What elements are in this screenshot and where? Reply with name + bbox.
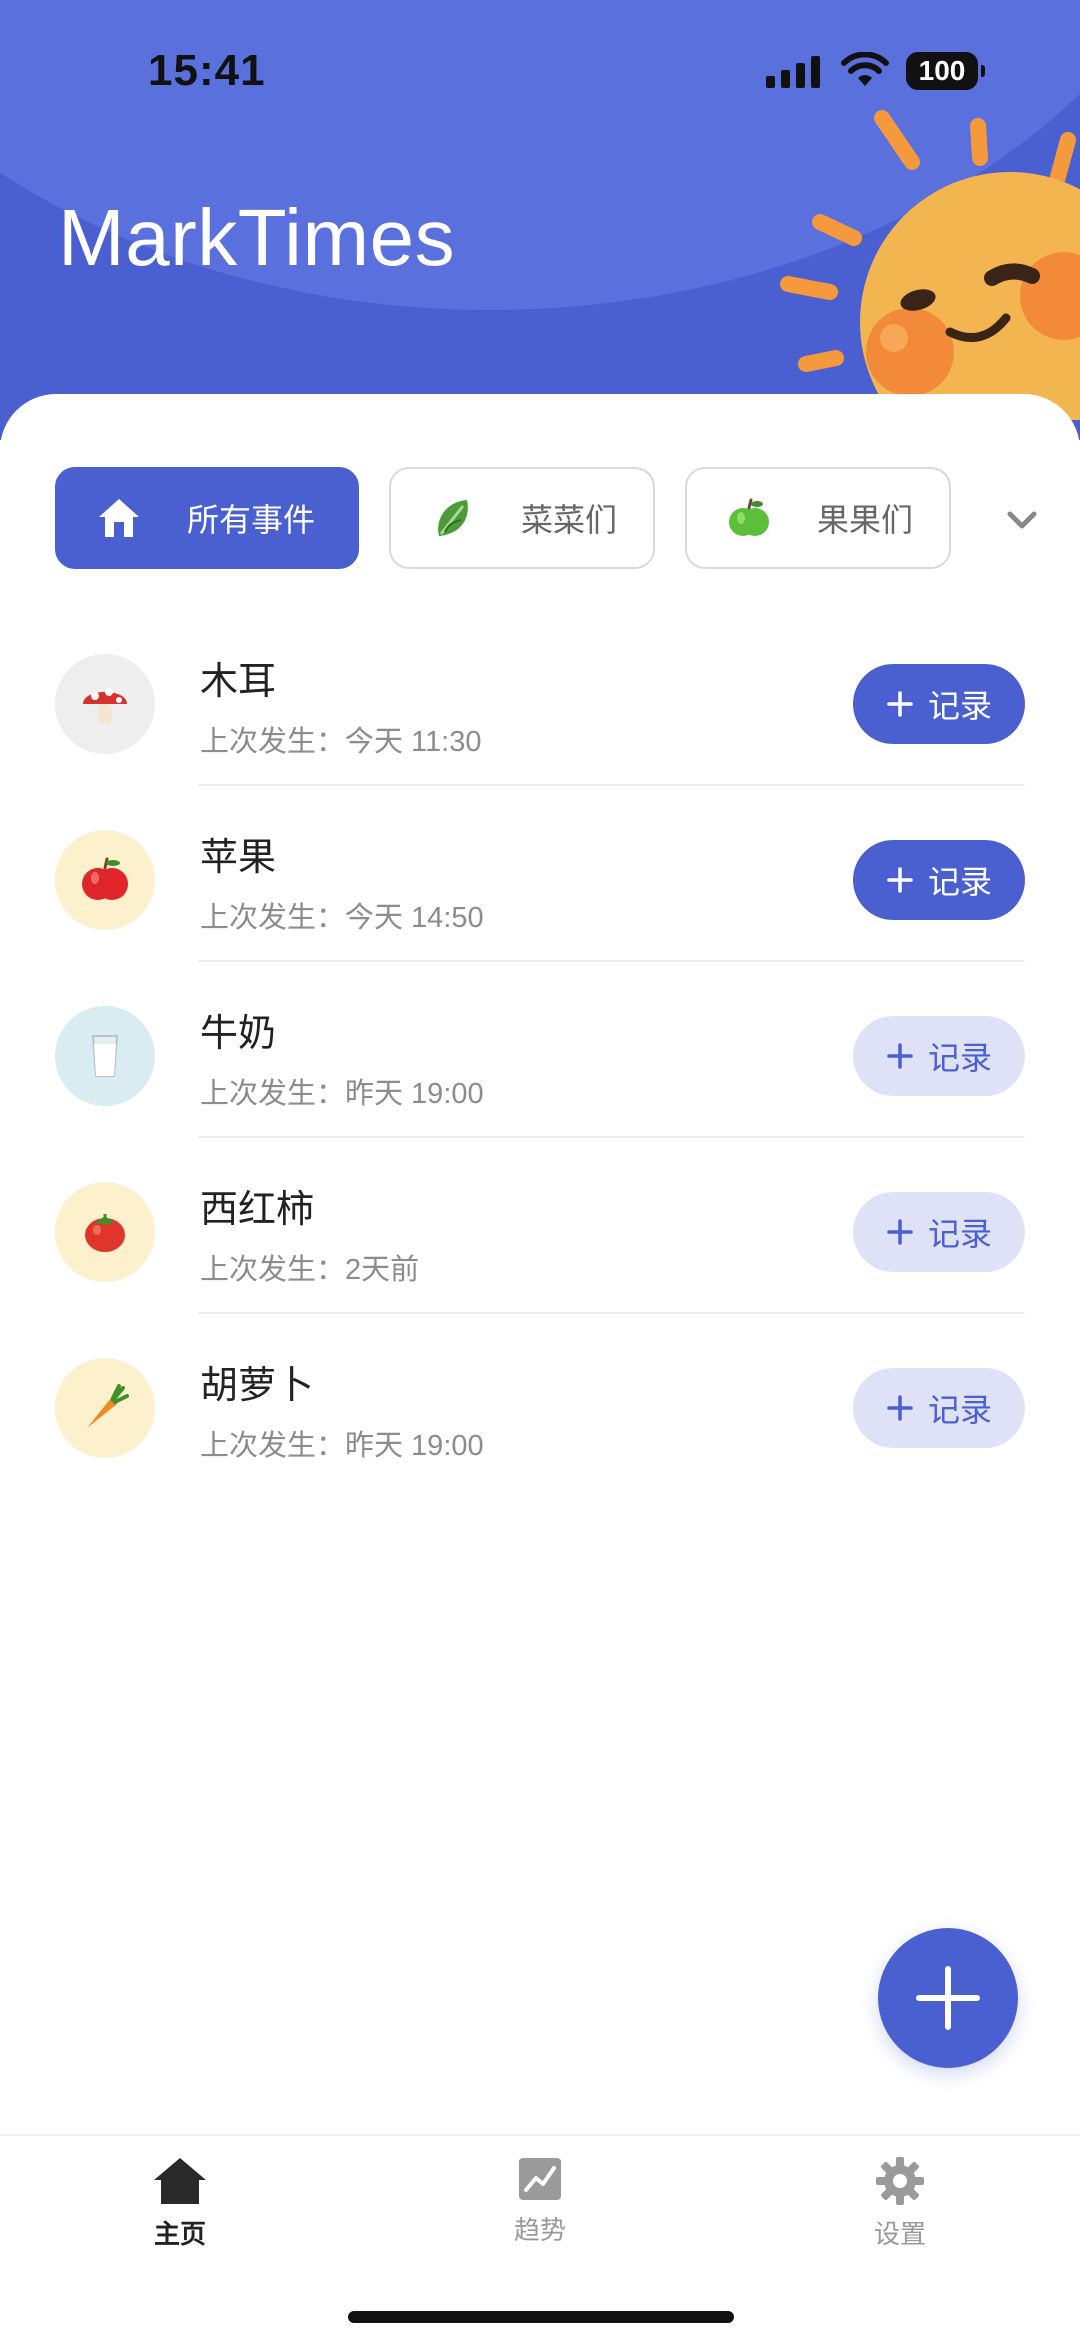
tab-label: 菜菜们: [521, 502, 618, 538]
add-event-button[interactable]: [878, 1928, 1018, 2068]
tab-all-events[interactable]: 所有事件: [55, 467, 359, 569]
leafy-green-icon: [429, 494, 477, 542]
list-item[interactable]: 木耳 上次发生：今天 11:30 记录: [0, 610, 1080, 786]
nav-label: 趋势: [513, 2215, 566, 2245]
red-apple-icon: [55, 830, 155, 930]
record-label: 记录: [927, 1392, 992, 1428]
event-last-time: 上次发生：昨天 19:00: [200, 1430, 484, 1462]
plus-icon: [916, 1966, 980, 2030]
event-list: 木耳 上次发生：今天 11:30 记录 苹果 上次发生：今天 14:50 记录 …: [0, 610, 1080, 1490]
event-last-time: 上次发生：今天 14:50: [200, 902, 484, 934]
event-name: 西红柿: [200, 1189, 315, 1231]
status-time: 15:41: [148, 46, 266, 95]
battery-icon: 100: [906, 52, 985, 90]
home-icon: [154, 2158, 206, 2204]
mushroom-icon: [55, 654, 155, 754]
tab-label: 所有事件: [187, 502, 316, 538]
record-button[interactable]: 记录: [853, 1016, 1025, 1096]
milk-glass-icon: [55, 1006, 155, 1106]
wifi-icon: [841, 52, 889, 86]
record-label: 记录: [927, 864, 992, 900]
signal-icon: [766, 54, 820, 88]
plus-icon: [887, 1043, 913, 1069]
tab-label: 果果们: [817, 502, 914, 538]
record-label: 记录: [927, 688, 992, 724]
tab-fruits[interactable]: 果果们: [685, 467, 951, 569]
nav-trends[interactable]: 趋势: [460, 2156, 620, 2247]
carrot-icon: [55, 1358, 155, 1458]
tab-vegetables[interactable]: 菜菜们: [389, 467, 655, 569]
plus-icon: [887, 1395, 913, 1421]
app-title: MarkTimes: [58, 193, 456, 282]
list-item[interactable]: 西红柿 上次发生：2天前 记录: [0, 1138, 1080, 1314]
event-name: 木耳: [200, 661, 277, 703]
list-item[interactable]: 苹果 上次发生：今天 14:50 记录: [0, 786, 1080, 962]
record-label: 记录: [927, 1040, 992, 1076]
list-item[interactable]: 牛奶 上次发生：昨天 19:00 记录: [0, 962, 1080, 1138]
event-last-time: 上次发生：今天 11:30: [200, 726, 482, 758]
nav-label: 主页: [153, 2219, 206, 2249]
record-button[interactable]: 记录: [853, 664, 1025, 744]
event-last-time: 上次发生：2天前: [200, 1254, 420, 1286]
event-name: 苹果: [200, 837, 277, 879]
tomato-icon: [55, 1182, 155, 1282]
plus-icon: [887, 1219, 913, 1245]
chevron-down-icon[interactable]: [1004, 508, 1040, 534]
nav-label: 设置: [873, 2219, 926, 2249]
nav-settings[interactable]: 设置: [820, 2156, 980, 2251]
home-indicator: [348, 2311, 734, 2323]
status-bar: 15:41 100: [0, 0, 1080, 140]
gear-icon: [876, 2157, 924, 2205]
plus-icon: [887, 691, 913, 717]
category-tabs: 所有事件 菜菜们 果果们: [55, 467, 951, 569]
home-icon: [95, 494, 143, 542]
event-name: 胡萝卜: [200, 1365, 315, 1407]
chart-icon: [519, 2158, 561, 2200]
green-apple-icon: [725, 494, 773, 542]
record-button[interactable]: 记录: [853, 840, 1025, 920]
list-item[interactable]: 胡萝卜 上次发生：昨天 19:00 记录: [0, 1314, 1080, 1490]
record-label: 记录: [927, 1216, 992, 1252]
event-name: 牛奶: [200, 1013, 277, 1055]
nav-home[interactable]: 主页: [100, 2156, 260, 2251]
plus-icon: [887, 867, 913, 893]
event-last-time: 上次发生：昨天 19:00: [200, 1078, 484, 1110]
record-button[interactable]: 记录: [853, 1192, 1025, 1272]
record-button[interactable]: 记录: [853, 1368, 1025, 1448]
